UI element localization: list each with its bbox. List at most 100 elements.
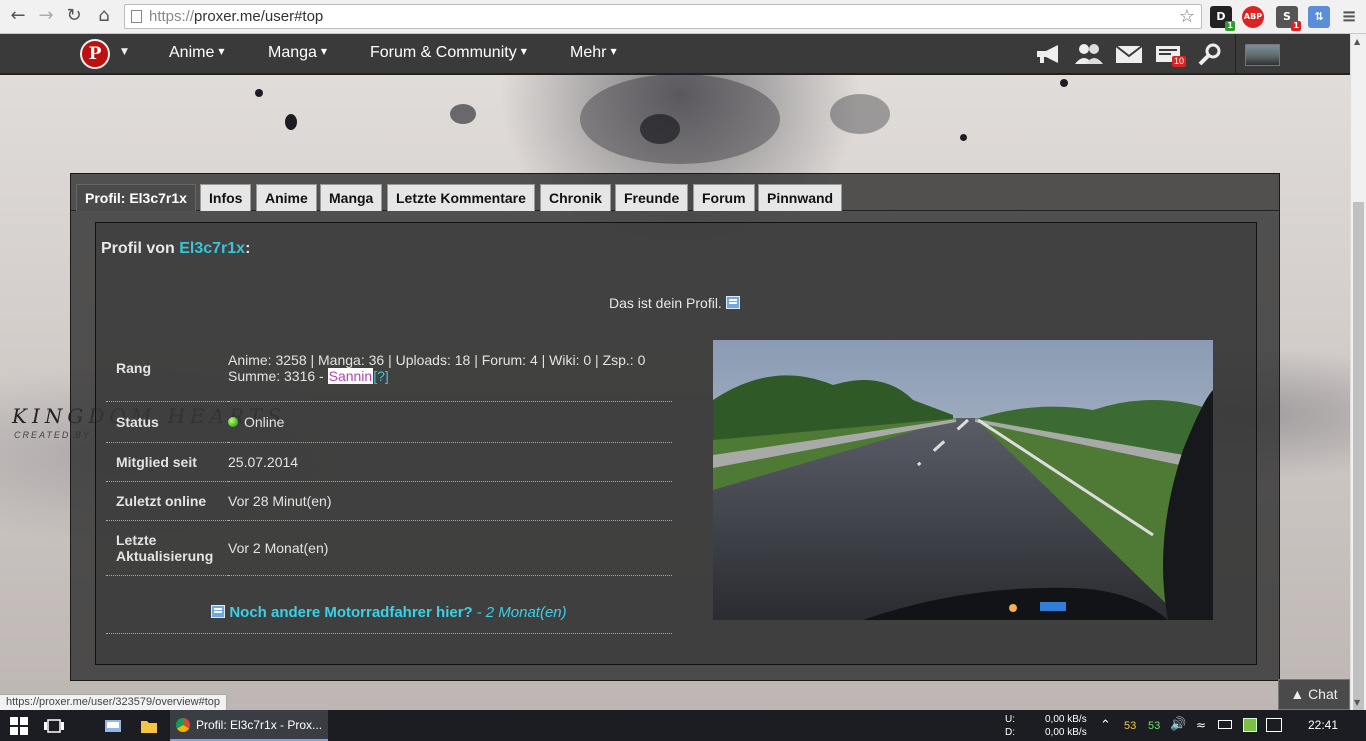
file-explorer-icon[interactable] [140,716,158,736]
chat-button[interactable]: ▲ Chat [1278,679,1350,710]
notification-center-icon[interactable] [1266,718,1282,732]
windows-taskbar: Profil: El3c7r1x - Prox... U: D: 0,00 kB… [0,710,1366,741]
chrome-menu-icon[interactable]: ≡ [1338,6,1360,28]
tab-anime[interactable]: Anime [256,184,317,211]
address-text[interactable]: https://proxer.me/user#top [149,8,323,25]
table-row: Zuletzt online Vor 28 Minut(en) [106,481,672,521]
scroll-down-icon[interactable]: ▼ [1354,698,1360,707]
table-row: Letzte Aktualisierung Vor 2 Monat(en) [106,520,672,576]
bg-art [640,114,680,144]
edit-profile-icon[interactable] [725,296,740,309]
page: KINGDOM HEARTS CREATED BY P ▼ Anime▼ Man… [0,34,1350,710]
page-scrollbar[interactable]: ▲ ▼ [1350,34,1366,712]
status-label: Status [106,401,228,443]
scroll-up-icon[interactable]: ▲ [1354,37,1360,46]
bg-art [830,94,890,134]
tab-chronik[interactable]: Chronik [540,184,611,211]
page-icon [131,10,142,23]
tab-letzte-kommentare[interactable]: Letzte Kommentare [387,184,535,211]
latest-post: Noch andere Motorradfahrer hier? - 2 Mon… [106,596,672,634]
search-icon[interactable] [1196,42,1226,66]
profile-photo[interactable] [713,340,1213,620]
adblock-icon[interactable]: ABP [1242,6,1264,28]
last-update-label: Letzte Aktualisierung [106,520,228,576]
windows-start-icon[interactable] [10,716,28,736]
caret-icon: ▼ [320,47,328,56]
member-since-value: 25.07.2014 [228,442,672,482]
table-row: Status Online [106,401,672,443]
net-up-speed: 0,00 kB/s [1045,714,1087,725]
nav-divider [1235,34,1236,75]
bg-art [285,114,297,130]
site-logo[interactable]: P [80,39,110,69]
tab-profil[interactable]: Profil: El3c7r1x [76,184,196,211]
tab-pinnwand[interactable]: Pinnwand [758,184,843,211]
browser-toolbar: ← → ↻ ⌂ https://proxer.me/user#top ☆ D1 … [0,0,1366,34]
notifications-badge: 10 [1172,56,1187,67]
caret-icon: ▼ [610,47,617,56]
rank-label: Rang [106,335,228,402]
status-value: Online [228,401,672,443]
friends-icon[interactable] [1074,42,1104,66]
desktop-app-icon[interactable] [104,716,122,736]
member-since-label: Mitglied seit [106,442,228,482]
tray-chevron-icon[interactable]: ⌃ [1100,718,1111,733]
forward-icon[interactable]: → [36,6,56,26]
rank-stats: Anime: 3258 | Manga: 36 | Uploads: 18 | … [228,351,646,368]
tab-infos[interactable]: Infos [200,184,252,211]
bookmark-star-icon[interactable]: ☆ [1179,6,1195,27]
site-navbar: P ▼ Anime ▼ Manga ▼ Forum & Community ▼ Meh… [0,34,1350,75]
net-up-label: U: [1005,714,1015,725]
rank-sum-line: Summe: 3316 - Sannin[?] [228,367,389,384]
translate-icon[interactable]: ⇅ [1308,6,1330,28]
menu-manga[interactable]: Manga ▼ [268,44,327,62]
net-down-speed: 0,00 kB/s [1045,727,1087,738]
profile-heading: Profil von El3c7r1x: [101,240,251,257]
rank-help-link[interactable]: [?] [373,368,389,384]
menu-anime[interactable]: Anime ▼ [169,44,225,62]
table-row: Rang Anime: 3258 | Manga: 36 | Uploads: … [106,335,672,402]
reload-icon[interactable]: ↻ [64,6,84,26]
last-update-value: Vor 2 Monat(en) [228,520,672,576]
taskbar-chrome-window[interactable]: Profil: El3c7r1x - Prox... [170,710,328,741]
megaphone-icon[interactable] [1034,42,1064,66]
profile-username[interactable]: El3c7r1x [179,240,245,257]
caret-icon: ▼ [520,47,527,56]
online-indicator-icon [228,416,238,427]
user-avatar[interactable] [1245,44,1280,66]
bg-art [580,74,780,164]
tab-manga[interactable]: Manga [320,184,383,211]
extension-s-icon[interactable]: S1 [1276,6,1301,31]
rank-value: Anime: 3258 | Manga: 36 | Uploads: 18 | … [228,335,672,402]
volume-icon[interactable]: 🔊 [1170,717,1186,732]
latest-post-link[interactable]: Noch andere Motorradfahrer hier? [229,604,472,621]
profile-tabs: Profil: El3c7r1x Infos Anime Manga Letzt… [71,174,1279,211]
tab-forum[interactable]: Forum [693,184,755,211]
messages-icon[interactable] [1114,42,1144,66]
tray-app-icon[interactable] [1243,718,1257,732]
cpu-temp: 53 [1124,720,1137,732]
bg-art [450,104,476,124]
post-icon [211,605,226,618]
gpu-temp: 53 [1148,720,1161,732]
address-bar[interactable]: https://proxer.me/user#top ☆ [124,4,1202,29]
home-icon[interactable]: ⌂ [94,6,114,26]
tab-freunde[interactable]: Freunde [615,184,689,211]
bg-art [960,134,967,141]
bg-art [255,89,263,97]
battery-icon[interactable] [1218,720,1232,729]
extension-d-icon[interactable]: D1 [1210,6,1235,31]
back-icon[interactable]: ← [8,6,28,26]
menu-mehr[interactable]: Mehr ▼ [570,44,617,62]
taskbar-clock[interactable]: 22:41 [1308,718,1338,732]
menu-forum-community[interactable]: Forum & Community ▼ [370,44,527,62]
task-view-icon[interactable] [44,716,64,736]
net-down-label: D: [1005,727,1015,738]
status-url-tooltip: https://proxer.me/user/323579/overview#t… [0,694,228,710]
scroll-thumb[interactable] [1353,202,1364,712]
latest-post-time: - 2 Monat(en) [476,604,567,621]
last-online-label: Zuletzt online [106,481,228,521]
wifi-icon[interactable]: ≈ [1196,718,1206,732]
logo-caret-icon[interactable]: ▼ [121,47,128,57]
profile-info-table: Rang Anime: 3258 | Manga: 36 | Uploads: … [106,335,672,576]
